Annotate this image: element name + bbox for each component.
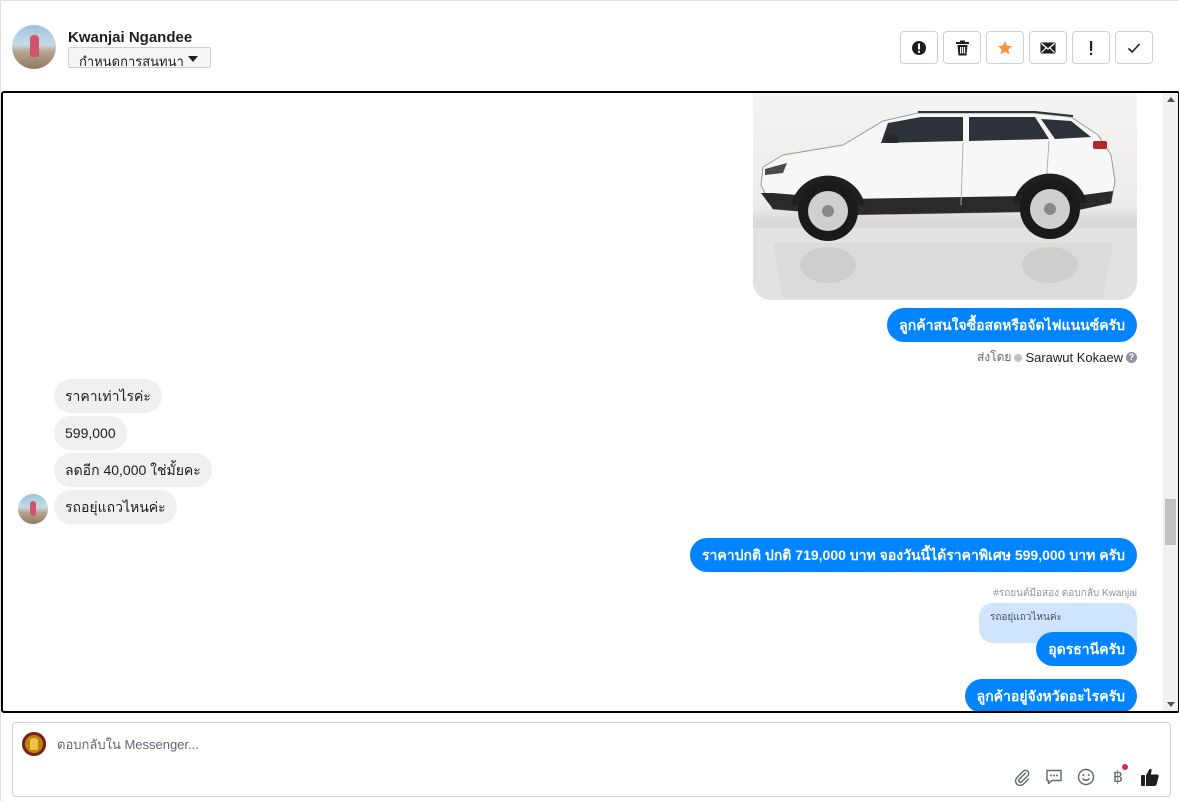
emoji-icon [1077, 768, 1095, 786]
avatar-figure [30, 501, 36, 516]
message-outgoing[interactable]: ราคาปกติ ปกติ 719,000 บาท จองวันนี้ได้รา… [689, 538, 1137, 572]
contact-name[interactable]: Kwanjai Ngandee [68, 29, 192, 46]
emoji-button[interactable] [1076, 767, 1096, 787]
alert-circle-icon [912, 40, 926, 55]
follow-up-button[interactable] [1072, 31, 1110, 64]
exclamation-icon [1090, 40, 1093, 55]
thread-scrollbar[interactable] [1163, 93, 1178, 711]
caret-down-icon [188, 56, 198, 62]
contact-avatar[interactable] [12, 25, 56, 69]
scroll-up-icon[interactable] [1167, 97, 1175, 102]
saved-replies-button[interactable] [1044, 767, 1064, 787]
reply-context-label: #รถยนต์มือสอง ตอบกลับ Kwanjai [993, 588, 1137, 599]
page-avatar [22, 732, 46, 756]
check-icon [1127, 42, 1141, 53]
message-outgoing[interactable]: ลูกค้าสนใจซื้อสดหรือจัดไฟแนนซ์ครับ [887, 308, 1137, 342]
payment-button[interactable]: ฿ [1108, 764, 1128, 787]
scrollbar-thumb[interactable] [1165, 499, 1176, 545]
car-photo-attachment[interactable] [753, 93, 1137, 300]
sent-by-name[interactable]: Sarawut Kokaew [1025, 350, 1123, 365]
saved-replies-icon [1046, 769, 1062, 785]
contact-avatar-small[interactable] [18, 494, 48, 524]
sent-by-prefix: ส่งโดย [976, 350, 1012, 364]
star-button[interactable] [986, 31, 1024, 64]
message-incoming[interactable]: รถอยุ่แถวไหนค่ะ [54, 490, 177, 524]
reply-input[interactable] [57, 737, 957, 752]
message-outgoing[interactable]: อุดรธานีครับ [1036, 632, 1137, 666]
paperclip-icon [1014, 769, 1030, 786]
like-button[interactable] [1140, 767, 1160, 787]
scroll-down-icon[interactable] [1167, 702, 1175, 707]
agent-avatar-icon [1014, 353, 1023, 362]
message-incoming[interactable]: ลดอีก 40,000 ใช่มั้ยคะ [54, 453, 212, 487]
message-thread[interactable]: ลูกค้าสนใจซื้อสดหรือจัดไฟแนนซ์ครับ ส่งโด… [1, 91, 1179, 713]
reply-composer: ฿ [12, 722, 1171, 797]
assign-label: กำหนดการสนทนา [79, 54, 184, 69]
mark-unread-button[interactable] [1029, 31, 1067, 64]
baht-icon: ฿ [1112, 769, 1124, 786]
avatar-figure [30, 35, 39, 57]
message-outgoing[interactable]: ลูกค้าอยู่จังหวัดอะไรครับ [964, 679, 1137, 711]
message-incoming[interactable]: 599,000 [54, 416, 127, 450]
attach-button[interactable] [1012, 767, 1032, 787]
composer-tools: ฿ [1012, 764, 1160, 787]
help-icon[interactable]: ? [1126, 352, 1137, 363]
mark-done-button[interactable] [1115, 31, 1153, 64]
quoted-text: รถอยุ่แถวไหนค่ะ [990, 612, 1062, 623]
conversation-header: Kwanjai Ngandee กำหนดการสนทนา [1, 1, 1179, 91]
assign-conversation-dropdown[interactable]: กำหนดการสนทนา [68, 47, 211, 69]
star-icon [998, 40, 1012, 54]
notification-dot [1122, 764, 1128, 770]
conversation-toolbar [900, 31, 1153, 64]
trash-icon [955, 40, 969, 55]
mark-spam-button[interactable] [900, 31, 938, 64]
car-photo [753, 111, 1137, 300]
message-incoming[interactable]: ราคาเท่าไรค่ะ [54, 379, 162, 413]
envelope-icon [1040, 42, 1056, 53]
sent-by-label: ส่งโดย Sarawut Kokaew ? [977, 348, 1137, 367]
delete-button[interactable] [943, 31, 981, 64]
messenger-inbox-view: Kwanjai Ngandee กำหนดการสนทนา ลูกค้าสนใจ… [0, 0, 1179, 801]
thumbs-up-icon [1141, 768, 1159, 786]
